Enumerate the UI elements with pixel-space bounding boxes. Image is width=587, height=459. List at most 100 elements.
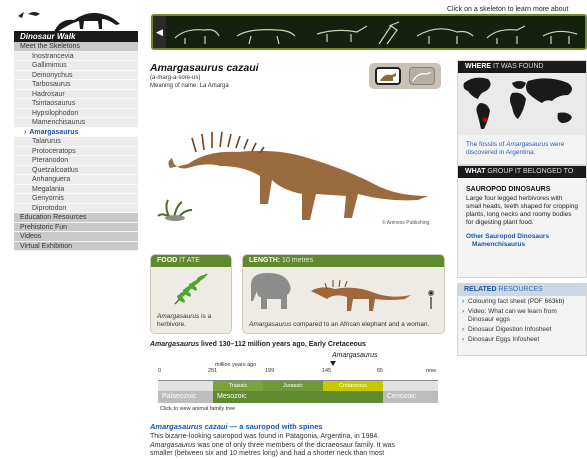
family-tree-link[interactable]: Click to view animal family tree <box>160 406 235 412</box>
timeline-period-triassic[interactable]: Triassic <box>213 381 263 391</box>
fern-leaf-icon <box>174 273 208 305</box>
body-line-2: Amargasaurus was one of only three membe… <box>150 442 450 451</box>
skeleton-thumb-4 <box>378 21 400 45</box>
length-head-bold: LENGTH: <box>249 257 281 264</box>
sidebar-item-tsintaosaurus[interactable]: Tsintaosaurus <box>14 99 138 109</box>
timeline-era-cenozoic[interactable]: Cenozoic <box>383 391 438 403</box>
skeleton-thumb-3 <box>316 25 368 42</box>
sidebar-section-prehistoric-fun[interactable]: Prehistoric Fun <box>14 222 138 232</box>
strip-hint: Click on a skeleton to learn more about <box>447 6 569 13</box>
tick-145: 145 <box>322 368 332 374</box>
related-head-bold: RELATED <box>464 286 497 293</box>
lived-name: Amargasaurus <box>150 341 200 348</box>
skeleton-thumb-7 <box>542 30 578 44</box>
sidebar-item-inostrancevia[interactable]: Inostrancevia <box>14 51 138 61</box>
skeleton-thumb-icon <box>412 71 432 82</box>
group-box: WHAT GROUP IT BELONGED TO SAUROPOD DINOS… <box>457 165 587 278</box>
sidebar-item-deinonychus[interactable]: Deinonychus <box>14 70 138 80</box>
skeleton-view-button[interactable] <box>409 67 435 85</box>
timeline-era-mesozoic[interactable]: Mesozoic <box>213 391 383 403</box>
timeline-post-cretaceous <box>383 381 438 391</box>
length-card-header: LENGTH: 10 metres <box>243 255 444 267</box>
where-head-bold: WHERE <box>465 63 492 70</box>
sidebar-item-gallimimus[interactable]: Gallimimus <box>14 61 138 71</box>
skeleton-thumb-1 <box>174 29 220 44</box>
sidebar-item-mamenchisaurus[interactable]: Mamenchisaurus <box>14 118 138 128</box>
length-card-text: Amargasaurus compared to an African elep… <box>249 321 429 329</box>
food-card-text: Amargasaurus is a herbivore. <box>157 313 231 329</box>
sub-head-name: Amargasaurus cazaui <box>150 422 228 431</box>
food-card-header: FOOD IT ATE <box>151 255 231 267</box>
tick-0: 0 <box>158 368 162 374</box>
related-resource-link[interactable]: Video: What can we learn from Dinosaur e… <box>458 306 586 324</box>
site-logo[interactable]: Dinosaur Walk <box>14 8 138 42</box>
logo-text: Dinosaur Walk <box>14 31 138 42</box>
elephant-silhouette <box>251 273 291 309</box>
timeline-axis: 0 251 million years ago 199 145 65 now <box>158 362 438 381</box>
group-description: Large four legged herbivores with small … <box>466 195 579 226</box>
lived-rest: lived 130–112 million years ago, Early C… <box>199 341 366 348</box>
sidebar-item-megalania[interactable]: Megalania <box>14 184 138 194</box>
nav-heading-meet-skeletons[interactable]: Meet the Skeletons <box>14 42 138 52</box>
sidebar-section-videos[interactable]: Videos <box>14 232 138 242</box>
tick-65: 65 <box>377 368 384 374</box>
sidebar-item-protoceratops[interactable]: Protoceratops <box>14 146 138 156</box>
food-head-bold: FOOD <box>157 257 178 264</box>
timeline-label: Amargasaurus <box>332 352 378 359</box>
sidebar-item-talarurus[interactable]: Talarurus <box>14 137 138 147</box>
sidebar-item-diprotodon[interactable]: Diprotodon <box>14 203 138 213</box>
sidebar-item-amargasaurus[interactable]: Amargasaurus <box>14 127 138 137</box>
lived-statement: Amargasaurus lived 130–112 million years… <box>150 341 366 348</box>
sidebar-item-genyornis[interactable]: Genyornis <box>14 194 138 204</box>
illustration-view-button[interactable] <box>375 67 401 85</box>
plant-illustration <box>157 199 193 221</box>
carousel-prev-button[interactable]: ◀ <box>153 16 166 48</box>
page-title: Amargasaurus cazaui <box>150 62 259 74</box>
sidebar-item-anhanguera[interactable]: Anhanguera <box>14 175 138 185</box>
world-map[interactable] <box>458 73 586 135</box>
sidebar-section-education-resources[interactable]: Education Resources <box>14 213 138 223</box>
group-title: SAUROPOD DINOSAURS <box>466 186 551 193</box>
where-found-header: WHERE IT WAS FOUND <box>458 61 586 73</box>
name-meaning: Meaning of name: La Amarga <box>150 83 229 89</box>
sidebar-item-hypsilophodon[interactable]: Hypsilophodon <box>14 108 138 118</box>
skeleton-carousel[interactable]: ◀ <box>151 14 587 50</box>
timeline-period-cretaceous[interactable]: Cretaceous <box>323 381 383 391</box>
skeleton-thumbnails <box>174 21 578 45</box>
related-resources-header: RELATED RESOURCES <box>458 284 586 296</box>
tick-199: 199 <box>265 368 275 374</box>
sidebar-item-pteranodon[interactable]: Pteranodon <box>14 156 138 166</box>
body-line-1: This bizarre-looking sauropod was found … <box>150 433 380 440</box>
timeline-era-palaeozoic[interactable]: Palaeozoic <box>158 391 213 403</box>
length-card: LENGTH: 10 metres Amargasaurus compared … <box>242 254 445 334</box>
size-comparison-illustration <box>251 273 435 311</box>
sidebar-item-tarbosaurus[interactable]: Tarbosaurus <box>14 80 138 90</box>
dinosaur-thumb-icon <box>380 73 396 81</box>
where-found-caption: The fossils of Amargasaurus were discove… <box>458 135 586 163</box>
related-resource-link[interactable]: Dinosaur Eggs Infosheet <box>458 334 586 344</box>
related-resource-link[interactable]: Dinosaur Digestion Infosheet <box>458 324 586 334</box>
skeleton-thumb-2 <box>236 29 296 45</box>
tick-251: 251 <box>208 368 218 374</box>
timeline-period-jurassic[interactable]: Jurassic <box>263 381 323 391</box>
pronunciation: (a-marg-a-sore-us) <box>150 75 201 81</box>
view-toggle <box>369 63 441 89</box>
sidebar-item-hadrosaur[interactable]: Hadrosaur <box>14 89 138 99</box>
tick-unit: million years ago <box>215 362 257 368</box>
world-map-icon <box>463 77 572 129</box>
related-resource-link[interactable]: Colouring fact sheet (PDF 663kb) <box>458 296 586 306</box>
food-text-name: Amargasaurus <box>157 313 200 320</box>
mamenchisaurus-link[interactable]: Mamenchisaurus <box>458 240 586 248</box>
sub-head-rest: — a sauropod with spines <box>227 422 323 431</box>
amargasaurus-illustration <box>157 131 428 221</box>
length-head-light: 10 metres <box>280 257 314 264</box>
group-header: WHAT GROUP IT BELONGED TO <box>458 166 586 178</box>
body-line-2-name: Amargasaurus <box>150 441 196 449</box>
where-head-light: IT WAS FOUND <box>491 63 544 70</box>
body-line-2-rest: was one of only three members of the dic… <box>195 441 395 449</box>
sidebar-section-virtual-exhibition[interactable]: Virtual Exhibition <box>14 241 138 251</box>
sidebar-item-quetzalcoatlus[interactable]: Quetzalcoatlus <box>14 165 138 175</box>
length-text-rest: compared to an African elephant and a wo… <box>291 321 430 328</box>
food-card: FOOD IT ATE Amargasaurus is a herbivore. <box>150 254 232 334</box>
where-caption-name: Amargasaurus <box>506 141 549 148</box>
